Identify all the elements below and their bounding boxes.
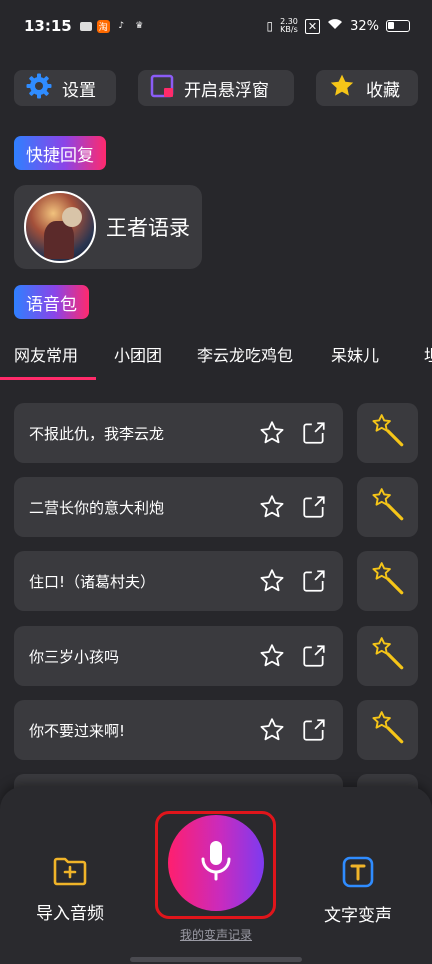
list-item[interactable]: 不报此仇，我李云龙 [14,403,343,463]
text-icon [342,856,374,893]
magic-wand-button[interactable] [357,477,418,537]
share-icon[interactable] [301,568,327,594]
list-item[interactable]: 住口!（诸葛村夫） [14,551,343,611]
magic-wand-icon [369,560,407,602]
star-outline-icon[interactable] [259,643,285,669]
text-to-voice-button[interactable]: 文字变声 [324,856,392,926]
tab-liyunlong[interactable]: 李云龙吃鸡包 [197,342,293,366]
floating-window-icon [150,74,174,103]
avatar [24,191,96,263]
net-speed: 2.30 KB/s [280,17,298,34]
magic-wand-button[interactable] [357,626,418,686]
no-sim-icon: ✕ [304,18,321,34]
battery-icon [386,20,410,32]
my-records-link[interactable]: 我的变声记录 [0,926,432,943]
star-outline-icon[interactable] [259,420,285,446]
phrase-text: 你三岁小孩吗 [29,647,120,666]
crown-icon: ♛ [135,21,144,31]
star-outline-icon[interactable] [259,494,285,520]
status-bar: 13:15 淘 ♪ ♛ ▯ 2.30 KB/s ✕ 32% [0,0,432,52]
category-tabs: 网友常用 小团团 李云龙吃鸡包 呆妹儿 坦 [0,330,432,380]
vibrate-icon: ▯ [266,19,274,33]
list-item[interactable]: 你不要过来啊! [14,700,343,760]
import-audio-button[interactable]: 导入音频 [36,856,104,924]
status-right: ▯ 2.30 KB/s ✕ 32% [266,18,410,34]
settings-button[interactable]: 设置 [14,70,116,106]
text-to-voice-label: 文字变声 [324,906,392,926]
message-icon [79,21,92,31]
wifi-icon [327,18,343,34]
share-icon[interactable] [301,643,327,669]
tab-daimeier[interactable]: 呆妹儿 [331,342,379,366]
favorites-label: 收藏 [366,80,400,101]
tab-wangyou[interactable]: 网友常用 [14,342,78,366]
folder-plus-icon [53,856,87,891]
voice-pack-tag[interactable]: 语音包 [14,285,89,319]
phrase-text: 住口!（诸葛村夫） [29,572,156,591]
magic-wand-button[interactable] [357,700,418,760]
quick-reply-tag[interactable]: 快捷回复 [14,136,106,170]
floating-window-label: 开启悬浮窗 [184,80,269,101]
home-indicator [130,957,302,962]
list-item[interactable]: 二营长你的意大利炮 [14,477,343,537]
star-outline-icon[interactable] [259,717,285,743]
magic-wand-icon [369,486,407,528]
magic-wand-button[interactable] [357,551,418,611]
record-button[interactable] [168,815,264,911]
card-title: 王者语录 [106,216,190,240]
magic-wand-icon [369,709,407,751]
wangzhe-quotes-card[interactable]: 王者语录 [14,185,202,269]
floating-window-button[interactable]: 开启悬浮窗 [138,70,294,106]
active-tab-indicator [0,377,96,380]
tiktok-icon: ♪ [118,21,125,31]
favorites-button[interactable]: 收藏 [316,70,418,106]
star-outline-icon[interactable] [259,568,285,594]
share-icon[interactable] [301,494,327,520]
tab-partial[interactable]: 坦 [424,342,432,366]
share-icon[interactable] [301,420,327,446]
settings-label: 设置 [62,80,96,101]
app-notification-icon: 淘 [96,19,110,33]
magic-wand-icon [369,412,407,454]
status-time: 13:15 [24,17,72,35]
phrase-text: 你不要过来啊! [29,721,126,740]
battery-percent: 32% [350,18,379,34]
import-audio-label: 导入音频 [36,904,104,924]
phrase-text: 不报此仇，我李云龙 [29,424,165,443]
notification-icons: 淘 ♪ ♛ [79,19,146,33]
list-item[interactable]: 你三岁小孩吗 [14,626,343,686]
microphone-icon [199,839,233,887]
magic-wand-icon [369,635,407,677]
phrase-text: 二营长你的意大利炮 [29,498,165,517]
magic-wand-button[interactable] [357,403,418,463]
tab-xiaotuantuan[interactable]: 小团团 [114,342,162,366]
gear-icon [26,73,52,104]
share-icon[interactable] [301,717,327,743]
star-icon [328,73,356,104]
